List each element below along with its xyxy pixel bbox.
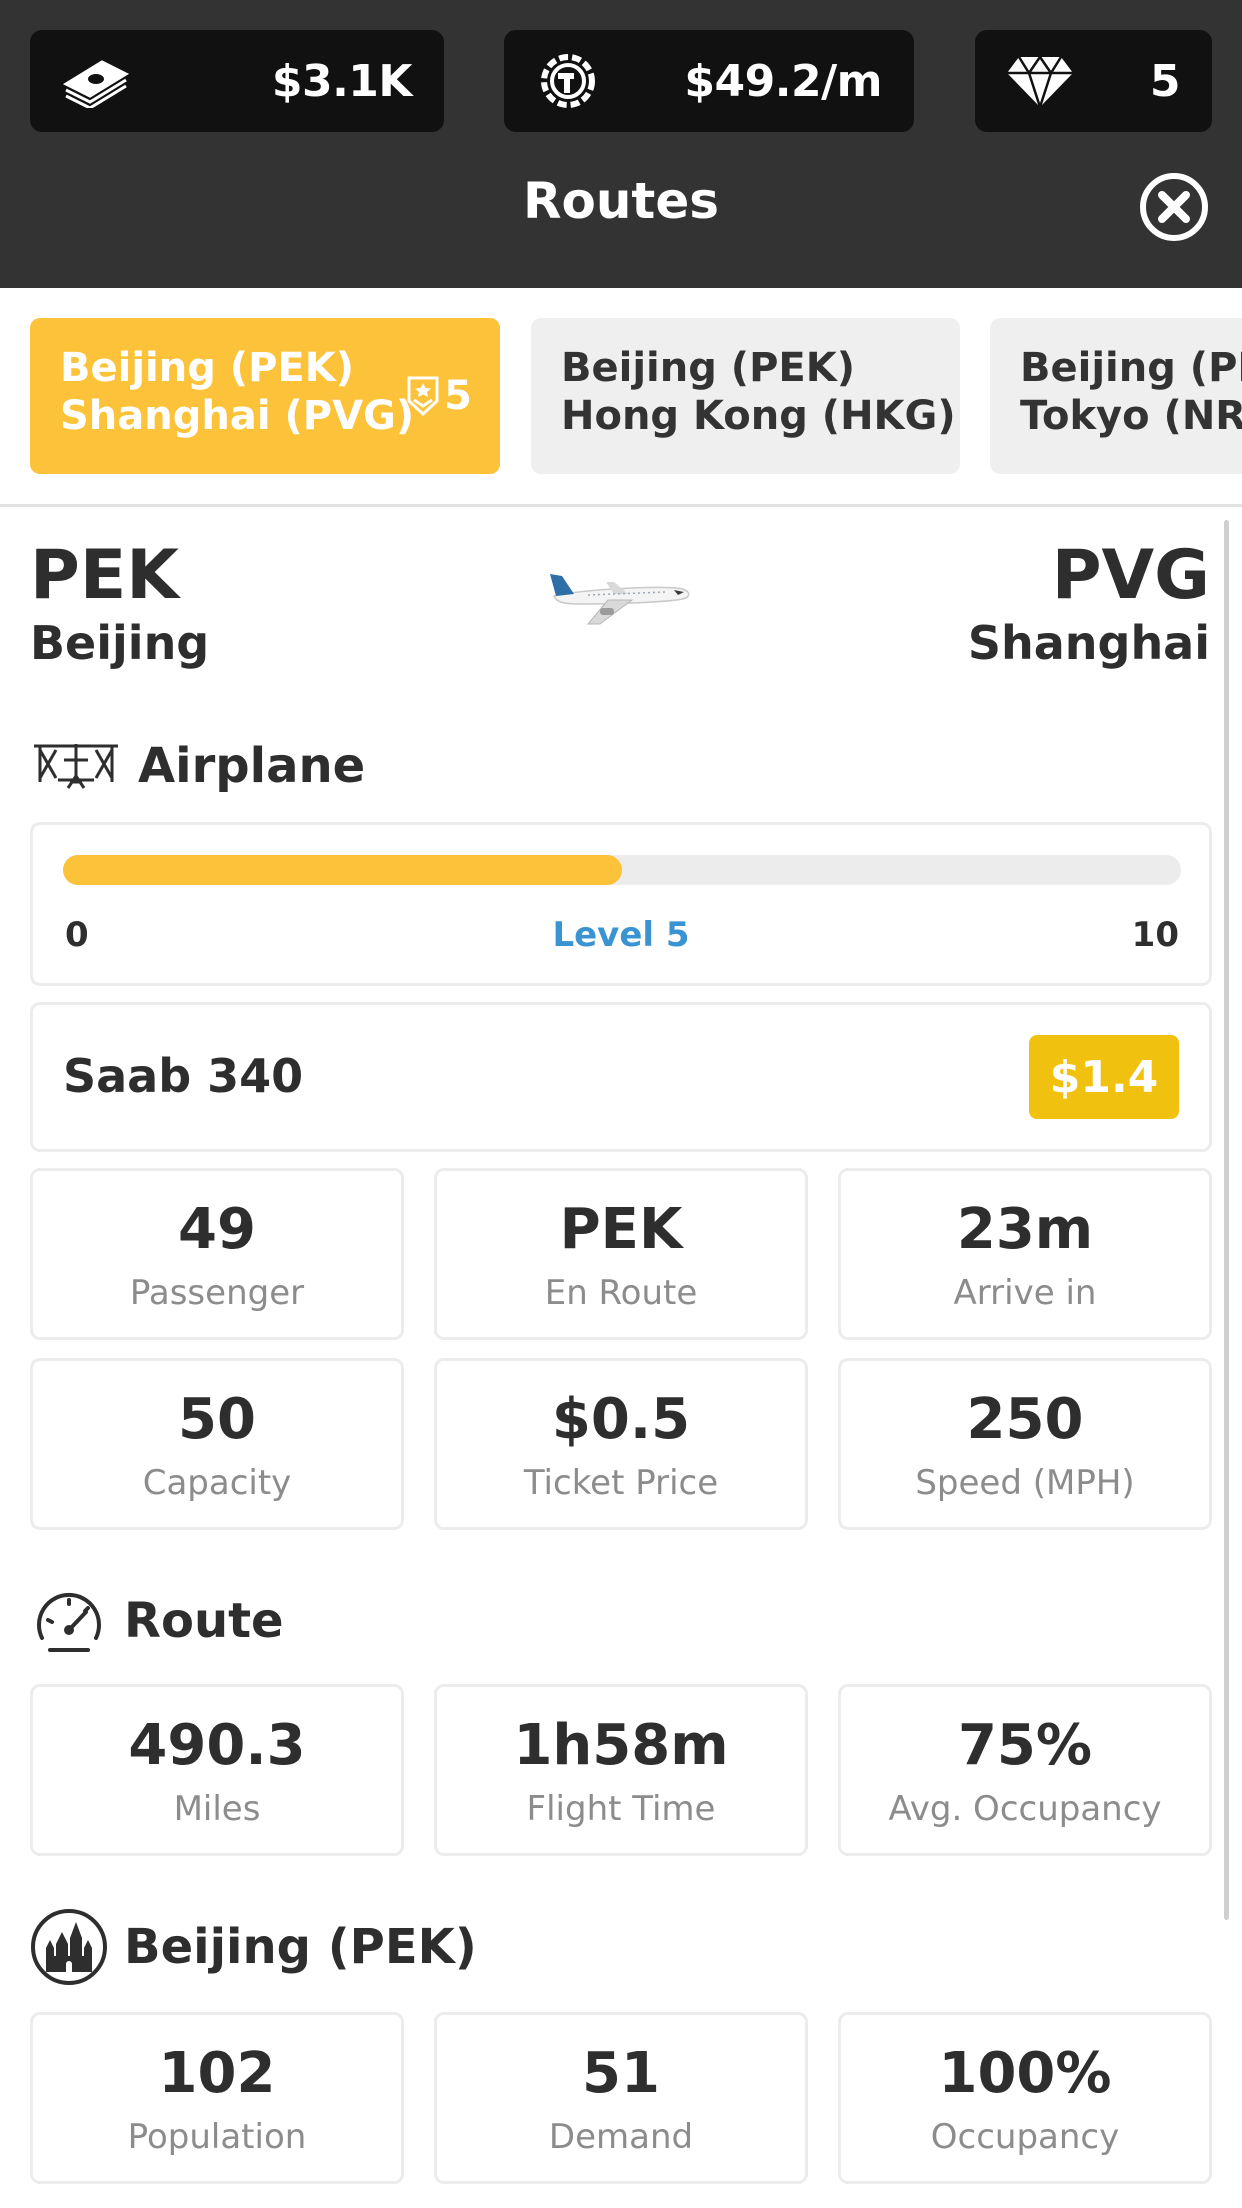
money-value: $3.1K [271, 55, 413, 107]
stat-value: 50 [178, 1387, 256, 1452]
stat-value: 102 [158, 2041, 276, 2106]
page-title: Routes [522, 172, 720, 230]
stat-card-miles: 490.3 Miles [30, 1684, 404, 1856]
route-tab-pek-pvg[interactable]: Beijing (PEK) Shanghai (PVG) 5 [30, 318, 500, 474]
stat-value: 490.3 [128, 1713, 306, 1778]
stat-card-occupancy: 100% Occupancy [838, 2012, 1212, 2184]
stat-label: Speed (MPH) [915, 1463, 1135, 1503]
airplane-section-header: Airplane [30, 736, 365, 796]
section-title: Route [124, 1593, 284, 1649]
income-rate-value: $49.2/m [684, 55, 882, 107]
stat-value: 75% [957, 1713, 1093, 1778]
route-tab-origin: Beijing (PEK) [1020, 345, 1242, 391]
hangar-icon [34, 744, 118, 789]
level-progress-card: 0 Level 5 10 [30, 822, 1212, 986]
stat-value: 100% [938, 2041, 1112, 2106]
stat-card-population: 102 Population [30, 2012, 404, 2184]
stat-label: Ticket Price [523, 1463, 719, 1503]
rank-badge: 5 [406, 372, 472, 420]
scrollbar[interactable] [1224, 520, 1229, 1920]
stat-card-capacity: 50 Capacity [30, 1358, 404, 1530]
tabs-divider [0, 504, 1242, 507]
destination-city: Shanghai [967, 616, 1210, 670]
upgrade-price-button[interactable]: $1.4 [1029, 1035, 1179, 1119]
stat-card-passenger: 49 Passenger [30, 1168, 404, 1340]
city-section-header: Beijing (PEK) [30, 1908, 477, 1986]
route-tab-origin: Beijing (PEK) [561, 345, 855, 391]
section-title: Airplane [138, 738, 366, 794]
stat-value: 49 [178, 1197, 256, 1262]
stat-card-arrive-in: 23m Arrive in [838, 1168, 1212, 1340]
section-title: Beijing (PEK) [124, 1919, 477, 1975]
route-tab-pek-nrt[interactable]: Beijing (PEK) Tokyo (NRT) [990, 318, 1242, 474]
stat-card-demand: 51 Demand [434, 2012, 808, 2184]
stat-label: Occupancy [930, 2117, 1120, 2157]
origin-code: PEK [30, 536, 179, 615]
speedometer-icon [37, 1593, 101, 1652]
route-tab-destination: Hong Kong (HKG) [561, 393, 956, 439]
money-stack-icon [60, 54, 132, 108]
rank-badge-value: 5 [444, 373, 472, 419]
stat-card-avg-occupancy: 75% Avg. Occupancy [838, 1684, 1212, 1856]
gems-value: 5 [1149, 55, 1181, 107]
stat-label: Passenger [129, 1273, 305, 1313]
stat-label: Arrive in [953, 1273, 1097, 1313]
airplane-icon [548, 568, 694, 632]
stat-label: Avg. Occupancy [888, 1789, 1162, 1829]
castle-icon [31, 1909, 107, 1985]
gear-hammer-icon [534, 47, 602, 115]
route-tab-pek-hkg[interactable]: Beijing (PEK) Hong Kong (HKG) [531, 318, 960, 474]
income-rate-counter[interactable]: $49.2/m [504, 30, 914, 132]
stat-value: PEK [559, 1197, 683, 1262]
stat-value: 51 [582, 2041, 660, 2106]
level-progress-bar [63, 855, 1181, 885]
stat-label: Capacity [142, 1463, 292, 1503]
stat-card-flight-time: 1h58m Flight Time [434, 1684, 808, 1856]
top-bar: $3.1K $49.2/m 5 Routes [0, 0, 1242, 288]
stat-value: 250 [966, 1387, 1084, 1452]
close-button[interactable] [1139, 172, 1209, 242]
aircraft-model-name: Saab 340 [63, 1049, 304, 1103]
stat-label: En Route [544, 1273, 698, 1313]
stat-label: Miles [173, 1789, 261, 1829]
level-progress-fill [63, 855, 622, 885]
stat-card-en-route: PEK En Route [434, 1168, 808, 1340]
close-circle-icon [1140, 173, 1208, 241]
diamond-icon [1005, 53, 1075, 109]
stat-label: Flight Time [526, 1789, 716, 1829]
route-section-header: Route [30, 1586, 284, 1656]
stat-label: Population [127, 2117, 307, 2157]
stat-card-ticket-price[interactable]: $0.5 Ticket Price [434, 1358, 808, 1530]
rank-shield-icon [407, 376, 439, 417]
destination-code: PVG [1051, 536, 1210, 615]
stat-value: $0.5 [551, 1387, 691, 1452]
aircraft-model-card: Saab 340 $1.4 [30, 1002, 1212, 1152]
stat-value: 23m [956, 1197, 1094, 1262]
gems-counter[interactable]: 5 [975, 30, 1212, 132]
stat-value: 1h58m [513, 1713, 729, 1778]
level-label: Level 5 [552, 915, 690, 955]
stat-label: Demand [548, 2117, 694, 2157]
route-tabs: Beijing (PEK) Shanghai (PVG) 5 Beijing (… [0, 318, 1242, 474]
money-counter[interactable]: $3.1K [30, 30, 444, 132]
level-max: 10 [1131, 915, 1179, 955]
stat-card-speed: 250 Speed (MPH) [838, 1358, 1212, 1530]
origin-city: Beijing [30, 616, 210, 670]
route-tab-destination: Tokyo (NRT) [1020, 393, 1242, 439]
